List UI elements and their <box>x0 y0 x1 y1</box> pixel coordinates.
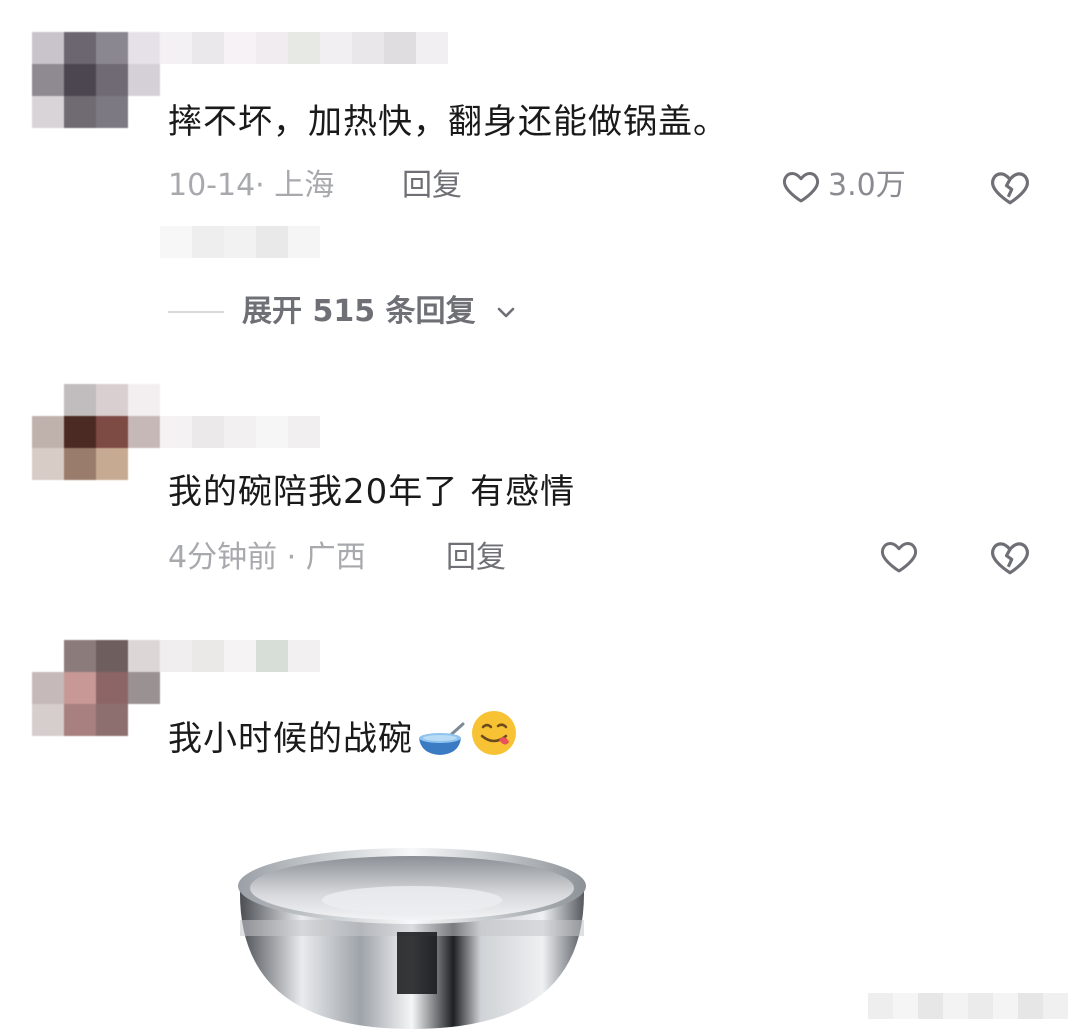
username-blurred[interactable] <box>160 640 450 672</box>
username-blurred[interactable] <box>160 32 450 64</box>
bowl-image[interactable] <box>232 840 592 1033</box>
comment-meta: 10-14· 上海 <box>168 168 335 203</box>
expand-replies-label: 展开 515 条回复 <box>242 294 476 329</box>
dislike-button[interactable] <box>988 536 1032 582</box>
avatar[interactable] <box>32 640 160 736</box>
expand-replies-button[interactable]: 展开 515 条回复 <box>168 292 518 332</box>
username-blurred[interactable] <box>160 416 450 448</box>
comment-text: 我小时候的战碗 <box>168 708 519 761</box>
heart-outline-icon <box>880 542 918 573</box>
wink-tongue-emoji <box>472 711 516 755</box>
comment-meta: 4分钟前 · 广西 <box>168 540 366 575</box>
reply-button[interactable]: 回复 <box>402 166 462 206</box>
reply-button[interactable]: 回复 <box>446 538 506 578</box>
chevron-down-icon <box>497 307 514 318</box>
broken-heart-icon <box>991 542 1029 575</box>
broken-heart-icon <box>991 172 1029 205</box>
like-button[interactable]: 3.0万 <box>780 166 906 206</box>
bowl-emoji <box>419 722 465 755</box>
steel-bowl-photo <box>238 848 586 1029</box>
reply-preview-blurred <box>160 226 320 258</box>
watermark-blurred <box>868 993 1068 1019</box>
comment-text: 摔不坏，加热快，翻身还能做锅盖。 <box>168 102 728 142</box>
like-button[interactable] <box>878 536 920 576</box>
avatar[interactable] <box>32 384 160 480</box>
comment-text: 我的碗陪我20年了 有感情 <box>168 472 576 512</box>
heart-outline-icon <box>782 172 820 203</box>
avatar[interactable] <box>32 32 160 128</box>
comment-text-content: 我小时候的战碗 <box>168 719 413 759</box>
divider-line <box>168 311 224 313</box>
like-count: 3.0万 <box>828 168 906 203</box>
dislike-button[interactable] <box>988 166 1032 212</box>
